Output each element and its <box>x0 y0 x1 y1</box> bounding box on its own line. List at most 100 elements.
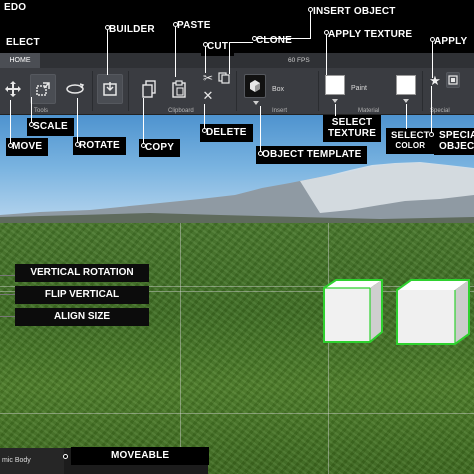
callout-rotate: ROTATE <box>73 137 126 155</box>
callout-select-color-line1: SELECT <box>391 130 430 141</box>
separator <box>422 71 423 111</box>
callout-line <box>229 42 253 43</box>
selected-cube-right[interactable] <box>395 278 471 346</box>
callout-object-template: OBJECT TEMPLATE <box>256 146 368 164</box>
panel-connector <box>0 275 15 276</box>
cut-button[interactable]: ✂ <box>200 70 216 86</box>
callout-line <box>310 12 311 38</box>
paint-label: Paint <box>351 85 367 92</box>
flip-vertical-button[interactable]: FLIP VERTICAL <box>15 286 149 304</box>
callout-dot <box>29 122 34 127</box>
callout-dot <box>202 128 207 133</box>
callout-paste: PASTE <box>171 17 217 35</box>
cut-icon: ✂ <box>202 71 214 85</box>
object-template-dropdown[interactable] <box>253 101 259 105</box>
callout-builder: BUILDER <box>103 21 161 39</box>
apply-button[interactable] <box>446 72 460 88</box>
callout-line <box>229 42 230 74</box>
builder-icon <box>103 82 117 96</box>
callout-delete: DELETE <box>200 124 253 142</box>
callout-line <box>260 106 261 151</box>
top-bar: HOME 60 FPS <box>0 53 474 68</box>
callout-redo: EDO <box>0 0 31 16</box>
callout-dot <box>141 143 146 148</box>
panel-connector <box>0 316 15 317</box>
callout-line <box>335 104 336 116</box>
paste-button[interactable] <box>166 74 192 104</box>
move-button[interactable] <box>0 74 26 104</box>
separator <box>236 71 237 111</box>
grid-line <box>0 413 474 414</box>
callout-dot <box>252 36 257 41</box>
callout-select-texture-line2: TEXTURE <box>328 127 377 139</box>
separator <box>318 71 319 111</box>
callout-line <box>258 38 311 39</box>
callout-line <box>204 104 205 128</box>
grid-line <box>180 223 181 474</box>
callout-clone: CLONE <box>250 32 298 50</box>
callout-apply-texture: APPLY TEXTURE <box>322 26 419 44</box>
body-type-field[interactable]: mic Body <box>0 448 64 474</box>
callout-select-texture: SELECT TEXTURE <box>323 115 382 142</box>
copy-icon <box>142 80 156 98</box>
terrain-grass <box>0 223 474 474</box>
scale-button[interactable] <box>30 74 56 104</box>
special-object-icon <box>448 75 458 85</box>
group-label-material: Material <box>358 108 380 114</box>
callout-select-color-line2: COLOR <box>395 140 426 150</box>
group-label-tools: Tools <box>34 108 49 114</box>
rotate-icon <box>66 83 85 94</box>
callout-line <box>406 104 407 129</box>
group-label-special: Special <box>430 108 450 114</box>
texture-swatch[interactable] <box>325 75 345 95</box>
align-size-button[interactable]: ALIGN SIZE <box>15 308 149 326</box>
paste-icon <box>172 80 186 98</box>
insert-object-name: Box <box>272 86 285 93</box>
callout-special-object-line1: SPECIA <box>439 130 474 141</box>
callout-line <box>143 98 144 143</box>
move-icon <box>5 81 21 97</box>
special-object-button[interactable]: ★ <box>426 72 444 90</box>
separator <box>92 71 93 111</box>
callout-line <box>107 30 108 75</box>
callout-dot <box>8 143 13 148</box>
callout-line <box>205 47 206 73</box>
builder-button[interactable] <box>97 74 123 104</box>
callout-line <box>10 100 11 143</box>
delete-icon: ✕ <box>202 88 214 103</box>
group-label-clipboard: Clipboard <box>168 108 194 114</box>
callout-dot <box>258 151 263 156</box>
callout-special-object: SPECIA OBJEC <box>434 128 474 155</box>
callout-line <box>77 98 78 142</box>
callout-dot <box>429 132 434 137</box>
delete-button[interactable]: ✕ <box>200 88 216 104</box>
callout-select-color: SELECT COLOR <box>386 128 435 154</box>
callout-select: ELECT <box>0 34 46 52</box>
callout-copy: COPY <box>139 139 181 157</box>
vertical-rotation-button[interactable]: VERTICAL ROTATION <box>15 264 149 282</box>
callout-line <box>326 35 327 75</box>
tab-home[interactable]: HOME <box>0 53 40 68</box>
color-swatch[interactable] <box>396 75 416 95</box>
fps-counter: 60 FPS <box>288 57 310 64</box>
select-color-dropdown[interactable] <box>403 99 409 103</box>
callout-dot <box>75 142 80 147</box>
callout-line <box>31 97 32 122</box>
scale-icon <box>36 82 50 96</box>
selected-cube-left[interactable] <box>320 278 384 344</box>
callout-line <box>431 86 432 132</box>
callout-scale: SCALE <box>27 118 74 136</box>
rotate-button[interactable] <box>62 74 88 104</box>
callout-line <box>175 27 176 77</box>
insert-object-button[interactable] <box>244 74 266 98</box>
callout-line <box>432 42 433 78</box>
callout-apply: APPLY <box>428 33 474 51</box>
callout-insert-object: INSERT OBJECT <box>307 3 402 21</box>
group-label-insert: Insert <box>272 108 288 114</box>
callout-moveable: MOVEABLE <box>71 447 210 465</box>
panel-connector <box>0 294 15 295</box>
callout-select-texture-line1: SELECT <box>331 117 373 128</box>
callout-dot <box>63 454 68 459</box>
copy-button[interactable] <box>136 74 162 104</box>
select-texture-dropdown[interactable] <box>332 99 338 103</box>
